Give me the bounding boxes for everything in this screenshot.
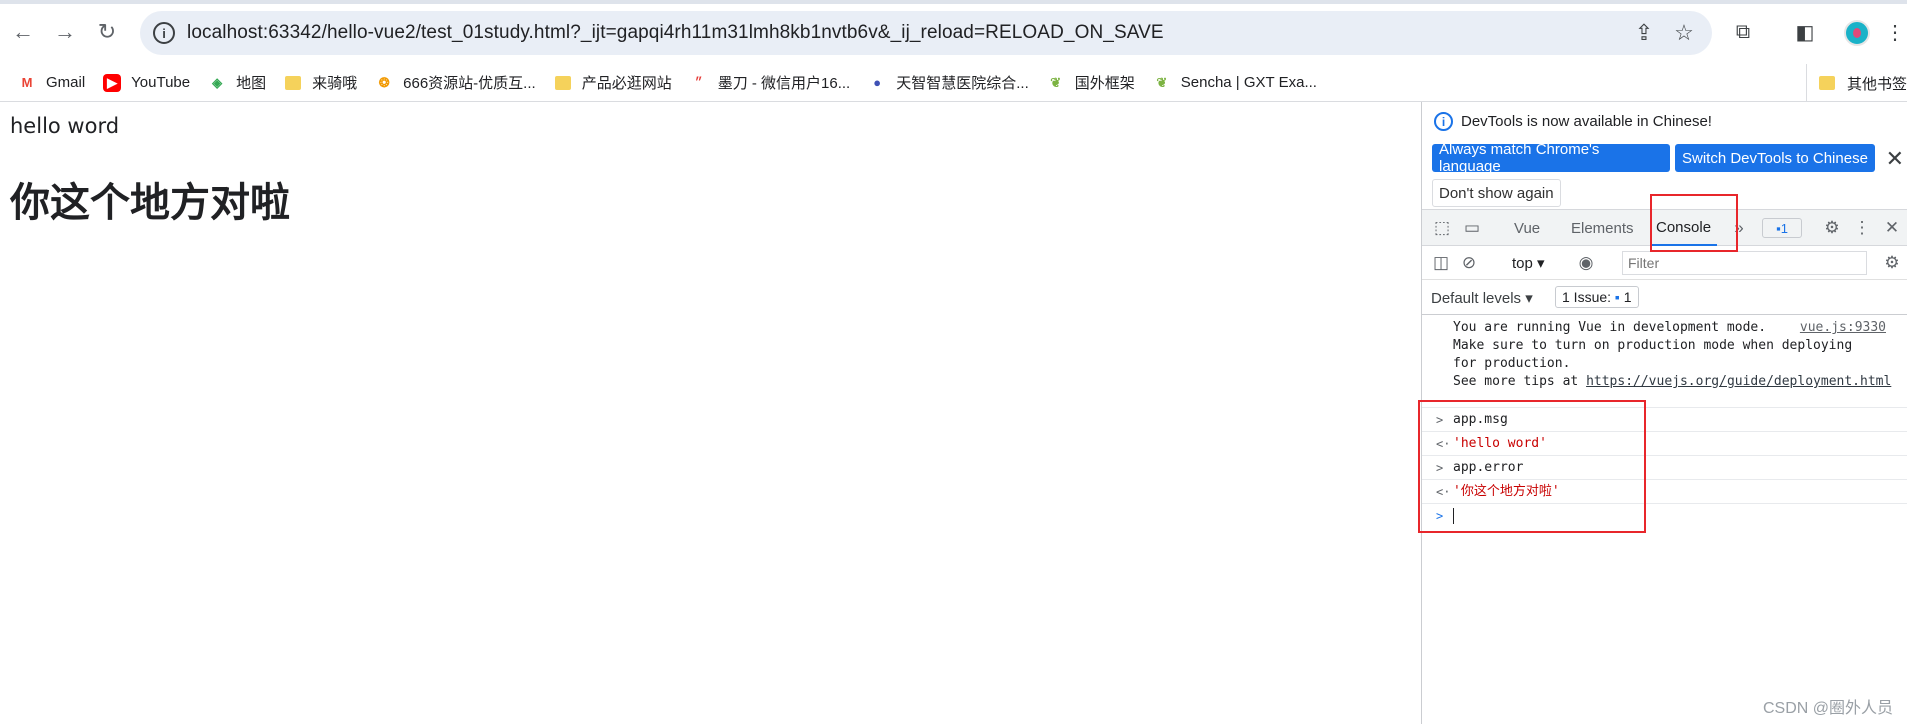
bookmarks-bar: M Gmail ▶ YouTube ◈ 地图 来骑哦 ❂ 666资源站-优质互... 产… xyxy=(0,64,1907,102)
leaf-icon: ❦ xyxy=(1050,74,1062,90)
csdn-watermark: CSDN @圈外人员 xyxy=(1762,700,1893,717)
menu-icon[interactable]: ⋮ xyxy=(1880,17,1907,47)
highlight-console-commands xyxy=(1418,400,1646,533)
tab-vue[interactable]: Vue xyxy=(1514,210,1540,246)
close-icon[interactable]: ✕ xyxy=(1886,146,1904,172)
highlight-console-tab xyxy=(1650,194,1738,252)
live-expression-eye-icon[interactable]: ◉ xyxy=(1574,251,1598,275)
folder-icon xyxy=(554,74,572,92)
side-panel-icon[interactable]: ◧ xyxy=(1790,17,1820,47)
log-line: Make sure to turn on production mode whe… xyxy=(1453,338,1853,353)
levels-bar: Default levels ▾ 1 Issue: ▪ 1 xyxy=(1422,280,1907,315)
switch-language-button[interactable]: Switch DevTools to Chinese xyxy=(1675,144,1875,172)
close-devtools-icon[interactable]: ✕ xyxy=(1880,216,1904,240)
forward-icon[interactable]: → xyxy=(50,17,80,47)
reload-icon[interactable]: ↻ xyxy=(92,17,122,47)
tab-strip-edge xyxy=(0,0,1907,4)
bookmark-youtube[interactable]: ▶ YouTube xyxy=(103,73,190,92)
clear-console-icon[interactable]: ⊘ xyxy=(1457,251,1481,275)
url-text[interactable]: localhost:63342/hello-vue2/test_01study.… xyxy=(187,22,1164,44)
sidebar-toggle-icon[interactable]: ◫ xyxy=(1429,251,1453,275)
bookmark-star-icon[interactable]: ☆ xyxy=(1670,19,1698,47)
filter-input[interactable] xyxy=(1622,251,1867,275)
leaf-icon: ❦ xyxy=(1156,74,1168,90)
deployment-link[interactable]: https://vuejs.org/guide/deployment.html xyxy=(1586,374,1891,389)
extensions-icon[interactable]: ⧉ xyxy=(1728,17,1758,47)
log-line: See more tips at https://vuejs.org/guide… xyxy=(1453,374,1892,389)
bookmark-666[interactable]: ❂ 666资源站-优质互... xyxy=(375,72,536,93)
gmail-icon: M xyxy=(21,75,33,90)
bookmark-modao[interactable]: ״ 墨刀 - 微信用户16... xyxy=(690,72,851,93)
tab-elements[interactable]: Elements xyxy=(1571,210,1634,246)
bookmark-other[interactable]: 其他书签 xyxy=(1805,64,1907,102)
page-content: hello word 你这个地方对啦 xyxy=(0,102,1421,724)
bookmark-sencha[interactable]: ❦ Sencha | GXT Exa... xyxy=(1153,74,1317,92)
hello-message: hello word xyxy=(10,114,120,138)
bookmark-folder-products[interactable]: 产品必逛网站 xyxy=(554,72,672,93)
maps-icon: ◈ xyxy=(212,74,223,90)
banner-text-row: i DevTools is now available in Chinese! xyxy=(1434,112,1712,131)
browser-toolbar: ← → ↻ i localhost:63342/hello-vue2/test_… xyxy=(0,0,1907,64)
issues-counter[interactable]: 1 Issue: ▪ 1 xyxy=(1555,286,1639,308)
default-levels-dropdown[interactable]: Default levels ▾ xyxy=(1431,289,1533,307)
vue-dev-log: vue.js:9330 You are running Vue in devel… xyxy=(1422,316,1907,408)
youtube-icon: ▶ xyxy=(103,73,122,92)
settings-icon[interactable]: ⚙ xyxy=(1820,216,1844,240)
site-icon: ● xyxy=(873,75,882,90)
back-icon[interactable]: ← xyxy=(8,17,38,47)
match-language-button[interactable]: Always match Chrome's language xyxy=(1432,141,1670,175)
log-source-link[interactable]: vue.js:9330 xyxy=(1800,319,1886,337)
bookmark-folder-laiqi[interactable]: 来骑哦 xyxy=(284,72,357,93)
context-selector[interactable]: top ▾ xyxy=(1512,254,1545,272)
device-toolbar-icon[interactable]: ▭ xyxy=(1460,216,1484,240)
bookmark-maps[interactable]: ◈ 地图 xyxy=(208,72,266,93)
folder-icon xyxy=(1818,76,1837,90)
bookmark-hospital[interactable]: ● 天智智慧医院综合... xyxy=(868,72,1028,93)
page-heading: 你这个地方对啦 xyxy=(10,180,290,226)
site-info-icon[interactable]: i xyxy=(153,22,175,44)
issues-badge[interactable]: ▪ 1 xyxy=(1762,218,1802,238)
profile-avatar[interactable] xyxy=(1844,20,1870,46)
address-bar[interactable]: i localhost:63342/hello-vue2/test_01stud… xyxy=(140,11,1712,55)
more-options-icon[interactable]: ⋮ xyxy=(1850,216,1874,240)
site-icon: ❂ xyxy=(378,74,390,90)
info-icon: i xyxy=(1434,112,1453,131)
dont-show-again-button[interactable]: Don't show again xyxy=(1432,179,1561,207)
folder-icon xyxy=(284,74,302,92)
inspect-element-icon[interactable]: ⬚ xyxy=(1430,216,1454,240)
bookmark-gmail[interactable]: M Gmail xyxy=(18,74,86,92)
log-line: for production. xyxy=(1453,356,1571,371)
share-icon[interactable]: ⇪ xyxy=(1630,19,1658,47)
banner-text: DevTools is now available in Chinese! xyxy=(1461,113,1712,130)
modao-icon: ״ xyxy=(694,75,703,90)
issue-icon: ▪ xyxy=(1614,289,1620,305)
bookmark-frameworks[interactable]: ❦ 国外框架 xyxy=(1047,72,1134,93)
console-settings-icon[interactable]: ⚙ xyxy=(1880,251,1904,275)
